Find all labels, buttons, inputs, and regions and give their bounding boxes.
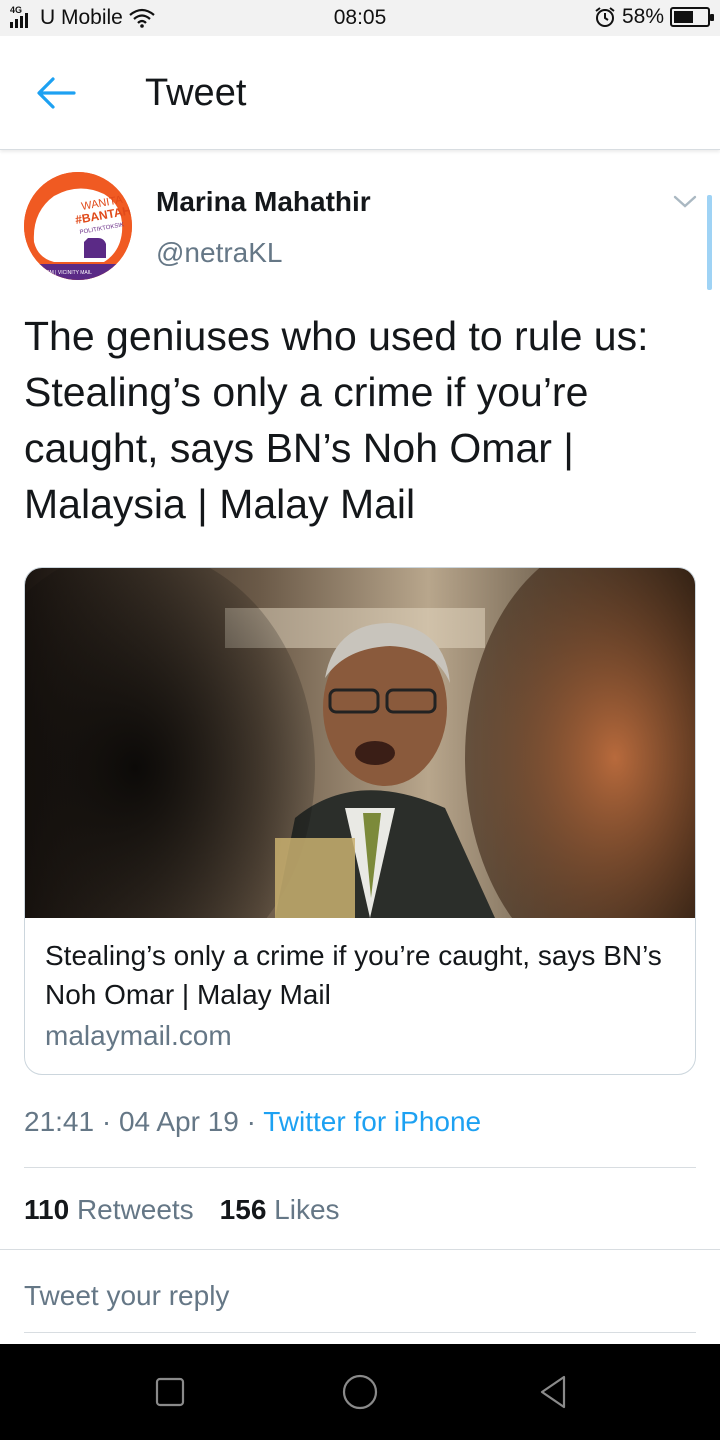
likes-stat[interactable]: 156 Likes [220, 1194, 340, 1226]
scroll-indicator [707, 195, 712, 290]
retweets-label: Retweets [76, 1194, 194, 1225]
likes-label: Likes [274, 1194, 340, 1225]
meta-separator: · [101, 1106, 112, 1137]
avatar-text-4: RM | VICINITY MAIL [46, 270, 92, 276]
card-image [25, 568, 695, 918]
battery-percent: 58% [621, 5, 664, 28]
home-icon[interactable] [340, 1372, 380, 1412]
tweet-date: 04 Apr 19 [118, 1106, 239, 1137]
top-app-bar: Tweet [0, 36, 720, 150]
page-title: Tweet [145, 72, 247, 114]
retweets-stat[interactable]: 110 Retweets [24, 1194, 194, 1226]
tweet-meta: 21:41 · 04 Apr 19 · Twitter for iPhone [24, 1106, 481, 1138]
card-title: Stealing’s only a crime if you’re caught… [45, 940, 662, 1010]
avatar[interactable]: WANITA #BANTAH POLITIKTOKSIK RM | VICINI… [24, 172, 132, 280]
tweet-source-link[interactable]: Twitter for iPhone [263, 1106, 481, 1137]
reply-underline [24, 1332, 696, 1333]
back-triangle-icon[interactable] [534, 1372, 574, 1412]
reply-input[interactable]: Tweet your reply [24, 1280, 696, 1320]
avatar-logo-icon: WANITA #BANTAH POLITIKTOKSIK RM | VICINI… [24, 172, 132, 280]
back-arrow-icon[interactable] [36, 76, 76, 110]
retweets-count: 110 [24, 1194, 70, 1225]
recent-apps-icon[interactable] [150, 1372, 190, 1412]
status-right: 58% [594, 5, 714, 29]
status-bar: 4G U Mobile 08:05 58% [0, 0, 720, 36]
meta-separator: · [246, 1106, 256, 1137]
battery-icon [670, 7, 714, 27]
engagement-stats: 110 Retweets 156 Likes [24, 1194, 340, 1226]
author-name[interactable]: Marina Mahathir [156, 186, 371, 218]
card-domain: malaymail.com [45, 1020, 232, 1051]
likes-count: 156 [219, 1194, 267, 1225]
tweet-text: The geniuses who used to rule us: Steali… [24, 313, 649, 527]
alarm-icon [595, 7, 615, 27]
divider [24, 1167, 696, 1168]
system-nav-bar [0, 1344, 720, 1440]
link-card[interactable]: Stealing’s only a crime if you’re caught… [24, 567, 696, 1075]
chevron-down-icon[interactable] [672, 192, 698, 212]
tweet-time: 21:41 [24, 1106, 95, 1137]
divider [0, 1249, 720, 1250]
author-handle[interactable]: @netraKL [156, 237, 283, 269]
